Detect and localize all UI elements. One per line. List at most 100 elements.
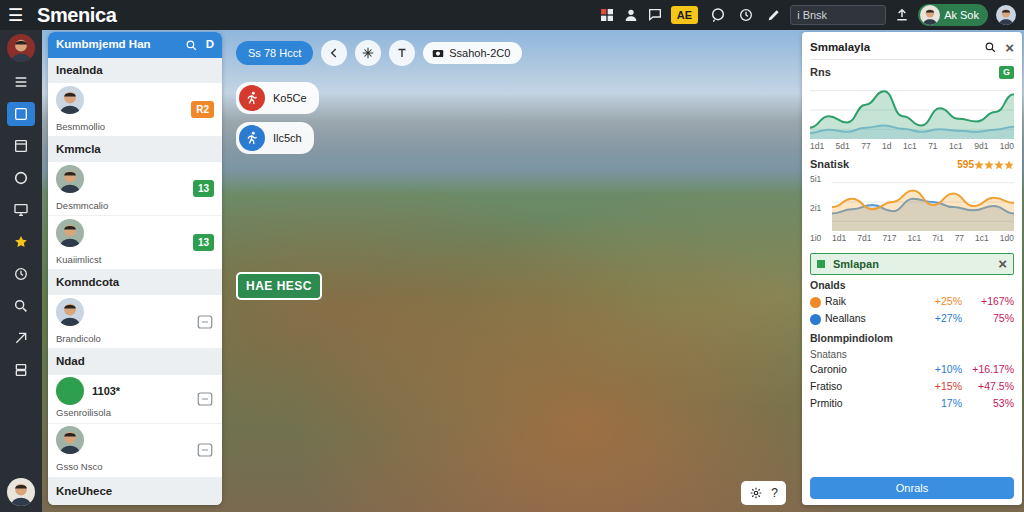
contact-info: Brandicolo [56, 298, 196, 346]
chart: Snatisk5955i12i11i01d17d17171c17i1771c11… [810, 156, 1014, 244]
stats-footer: Onrals [810, 473, 1014, 500]
user-icon [623, 7, 639, 23]
map-chip[interactable]: Ko5Ce [236, 82, 319, 114]
search-field[interactable] [790, 5, 886, 25]
chip-dot [239, 85, 265, 111]
avatar-icon[interactable] [996, 5, 1016, 25]
stat-total: +47.5% [962, 379, 1014, 395]
notification-badge[interactable]: AE [671, 6, 698, 25]
search-icon[interactable] [185, 39, 198, 52]
series-area [810, 91, 1014, 139]
contact-item[interactable]: 1103*Gsenroilisola [48, 375, 222, 424]
comment-icon [710, 7, 726, 23]
squarehalf-icon [13, 138, 29, 154]
rail-item[interactable] [7, 358, 35, 382]
count-badge: 13 [193, 180, 214, 197]
x-tick: 7d1 [857, 232, 871, 245]
chart-plot: 1d17d17171c17i1771c11d0 [832, 173, 1014, 245]
x-axis: 1d15d1771d1c1711c19d11d0 [810, 139, 1014, 153]
series-line [832, 190, 1014, 209]
chart-header: Snatisk595 [810, 156, 1014, 173]
contact-info: Gsso Nsco [56, 426, 196, 474]
strip-close-button[interactable]: × [998, 256, 1007, 271]
search-icon[interactable] [984, 41, 997, 54]
user-name: Ak Sok [944, 7, 979, 24]
list-icon [13, 74, 29, 90]
item-action[interactable] [196, 441, 214, 459]
y-tick: 2i1 [810, 202, 832, 215]
user-chip[interactable]: Ak Sok [918, 4, 988, 26]
rail-item[interactable] [7, 294, 35, 318]
contacts-footer: KneUhece [48, 478, 222, 505]
back-button[interactable] [321, 40, 347, 66]
avatar-icon [56, 298, 84, 326]
item-action[interactable] [196, 313, 214, 331]
close-button[interactable]: × [1005, 40, 1014, 55]
stat-label: Fratiso [810, 379, 842, 395]
chart-plot-area [832, 173, 1014, 231]
turn-button[interactable] [389, 40, 415, 66]
upload-button[interactable] [894, 7, 910, 23]
map-label[interactable]: HAE HESC [236, 272, 322, 300]
bubble-button[interactable] [710, 7, 726, 23]
rail-item[interactable] [7, 70, 35, 94]
contact-info: 1103*Gsenroilisola [56, 377, 196, 420]
avatar-icon [920, 5, 940, 25]
contacts-header: Kumbmjemd HanD [48, 32, 222, 58]
chat-icon [647, 7, 663, 23]
map-chips: Ko5Ce Ilc5ch [236, 82, 790, 154]
primary-button[interactable]: Onrals [810, 477, 1014, 500]
face-icon [996, 5, 1016, 25]
contact-item[interactable]: BesmmollioR2 [48, 83, 222, 137]
group-header: Komndcota [48, 270, 222, 295]
face-icon [56, 298, 84, 326]
grid-button[interactable] [599, 7, 615, 23]
rail-item[interactable] [7, 134, 35, 158]
spark-button[interactable] [355, 40, 381, 66]
rail-item[interactable] [7, 326, 35, 350]
series-line [810, 91, 1014, 128]
y-tick: 1i0 [810, 232, 832, 245]
contact-item[interactable]: Desmmcalio13 [48, 162, 222, 216]
help-box[interactable]: ? [741, 481, 786, 505]
stat-name: Prmitio [810, 396, 910, 412]
rail-item[interactable] [7, 166, 35, 190]
stat-label: Neallans [825, 311, 866, 327]
search-chip[interactable]: Ssahoh-2C0 [423, 42, 522, 65]
arrow-icon [13, 330, 29, 346]
rail-item[interactable] [7, 262, 35, 286]
rail-item[interactable] [7, 198, 35, 222]
contacts-action[interactable]: D [206, 36, 214, 53]
x-tick: 9d1 [974, 140, 988, 153]
chat-button[interactable] [647, 7, 663, 23]
stat-total: 53% [962, 396, 1014, 412]
stat-label: Raik [825, 294, 846, 310]
contact-item[interactable]: Brandicolo [48, 295, 222, 349]
apps-icon [599, 7, 615, 23]
rail-item[interactable] [7, 230, 35, 254]
runner-icon [244, 130, 260, 146]
pen-button[interactable] [766, 7, 782, 23]
rail-item[interactable] [7, 102, 35, 126]
contact-item[interactable]: Gsso Nsco [48, 424, 222, 478]
stat-total: +16.17% [962, 362, 1014, 378]
square-icon [13, 106, 29, 122]
x-tick: 1d [882, 140, 891, 153]
avatar-icon[interactable] [7, 478, 35, 506]
x-tick: 1c1 [975, 232, 989, 245]
menu-button[interactable]: ☰ [8, 7, 23, 24]
item-action[interactable] [196, 390, 214, 408]
map-chip[interactable]: Ilc5ch [236, 122, 314, 154]
upload-icon [894, 7, 910, 23]
contact-item[interactable]: Kuaiimlicst13 [48, 216, 222, 270]
map-pill[interactable]: Ss 78 Hcct [236, 41, 313, 66]
contact-subtitle: Gsso Nsco [56, 460, 196, 474]
user-button[interactable] [623, 7, 639, 23]
face-icon [56, 86, 84, 114]
avatar-icon[interactable] [7, 34, 35, 62]
spark-icon [361, 46, 375, 60]
help-text: ? [771, 484, 778, 502]
clock-button[interactable] [738, 7, 754, 23]
map-label-wrap: HAE HESC [236, 272, 322, 300]
avatar-icon [56, 86, 84, 114]
